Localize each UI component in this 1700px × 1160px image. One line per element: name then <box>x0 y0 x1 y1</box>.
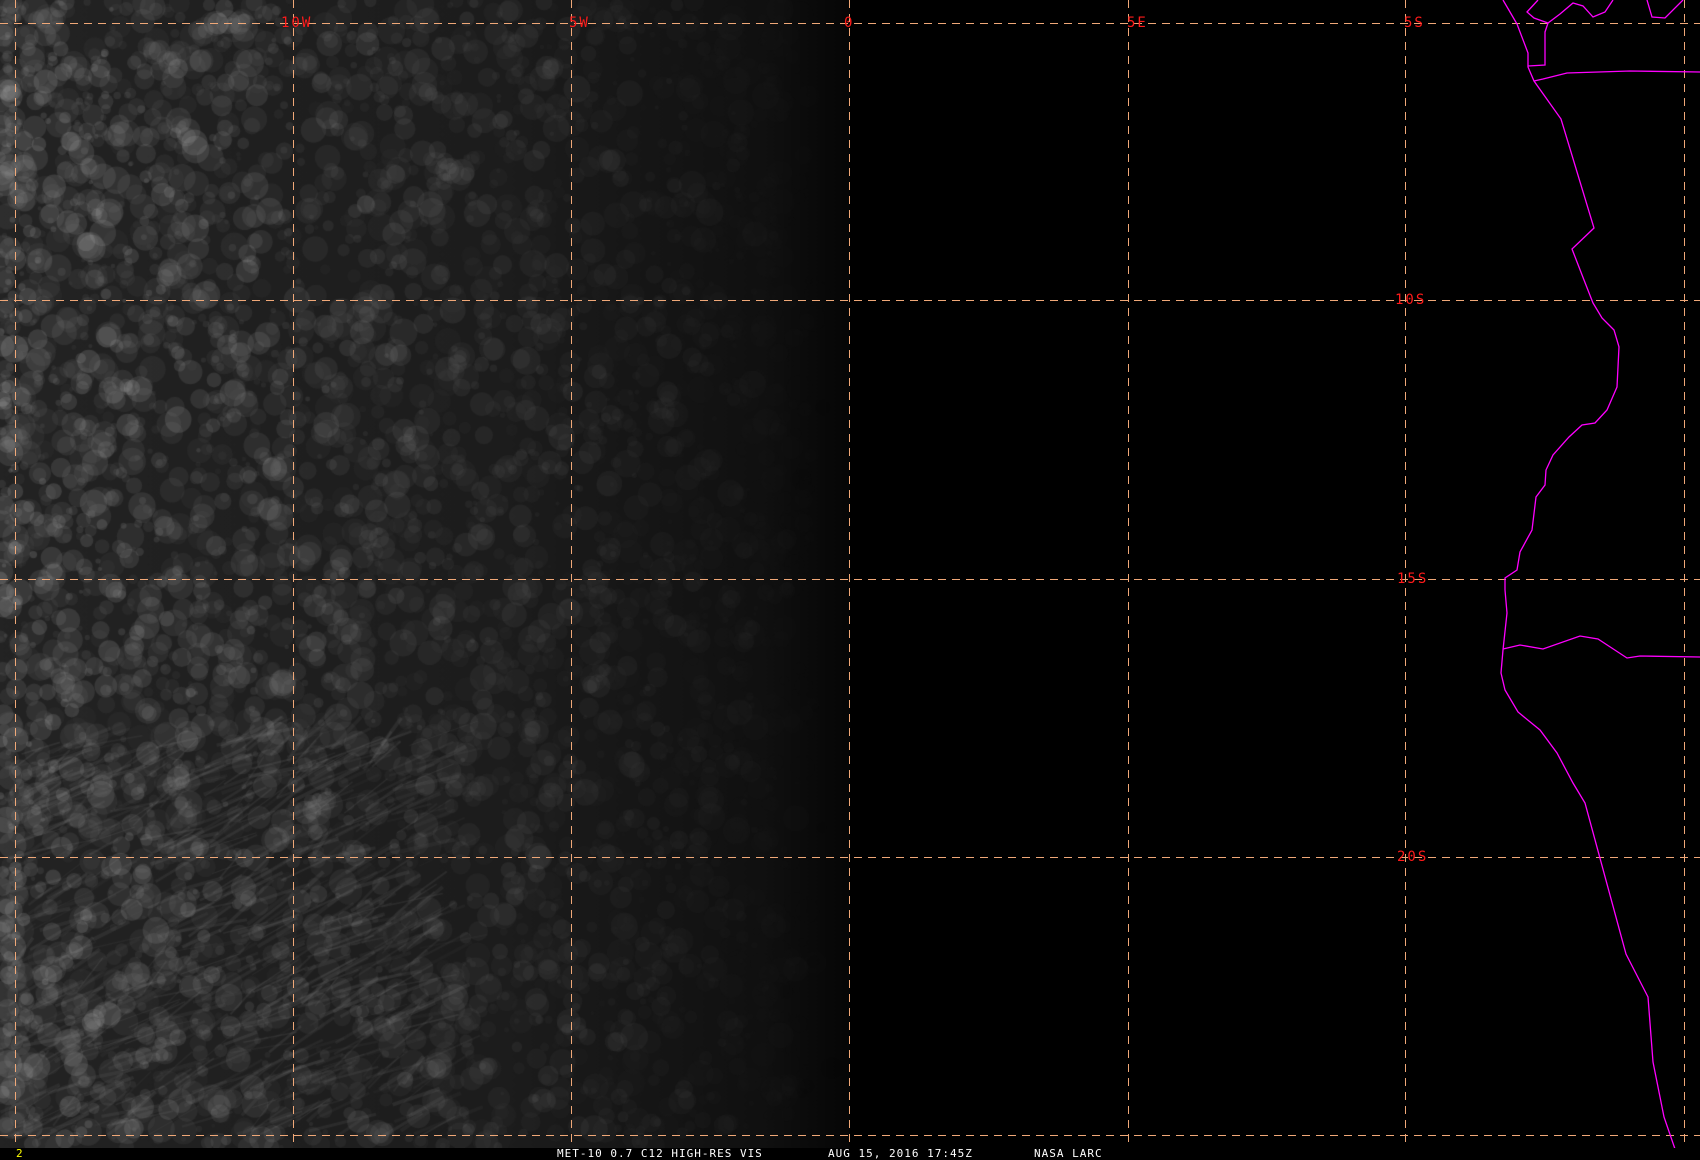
source-label: NASA LARC <box>1034 1147 1103 1160</box>
satellite-image-viewer: 10W 5W 0 5E 5S 10S 15S 20S 2 MET-10 0.7 … <box>0 0 1700 1160</box>
latitude-label: 20S <box>1397 849 1429 865</box>
longitude-label: 5E <box>1127 15 1148 31</box>
datetime-label: AUG 15, 2016 17:45Z <box>828 1147 973 1160</box>
latitude-label: 15S <box>1397 571 1429 587</box>
longitude-label: 5W <box>569 15 590 31</box>
border-line <box>1502 635 1700 659</box>
border-line <box>1646 0 1684 19</box>
longitude-label: 10W <box>281 15 313 31</box>
map-overlay <box>0 0 1700 1150</box>
border-line <box>1533 70 1700 82</box>
border-line <box>1527 22 1549 67</box>
frame-number: 2 <box>16 1147 24 1160</box>
product-label: MET-10 0.7 C12 HIGH-RES VIS <box>557 1147 763 1160</box>
border-line <box>1526 0 1614 24</box>
caption-bar: 2 MET-10 0.7 C12 HIGH-RES VIS AUG 15, 20… <box>0 1148 1700 1160</box>
longitude-label: 0 <box>844 15 855 31</box>
latitude-label: 5S <box>1404 15 1425 31</box>
latitude-label: 10S <box>1395 292 1427 308</box>
coastline <box>1500 0 1676 1150</box>
lat-lon-grid <box>0 0 1700 1148</box>
coastline-and-borders <box>1500 0 1700 1150</box>
